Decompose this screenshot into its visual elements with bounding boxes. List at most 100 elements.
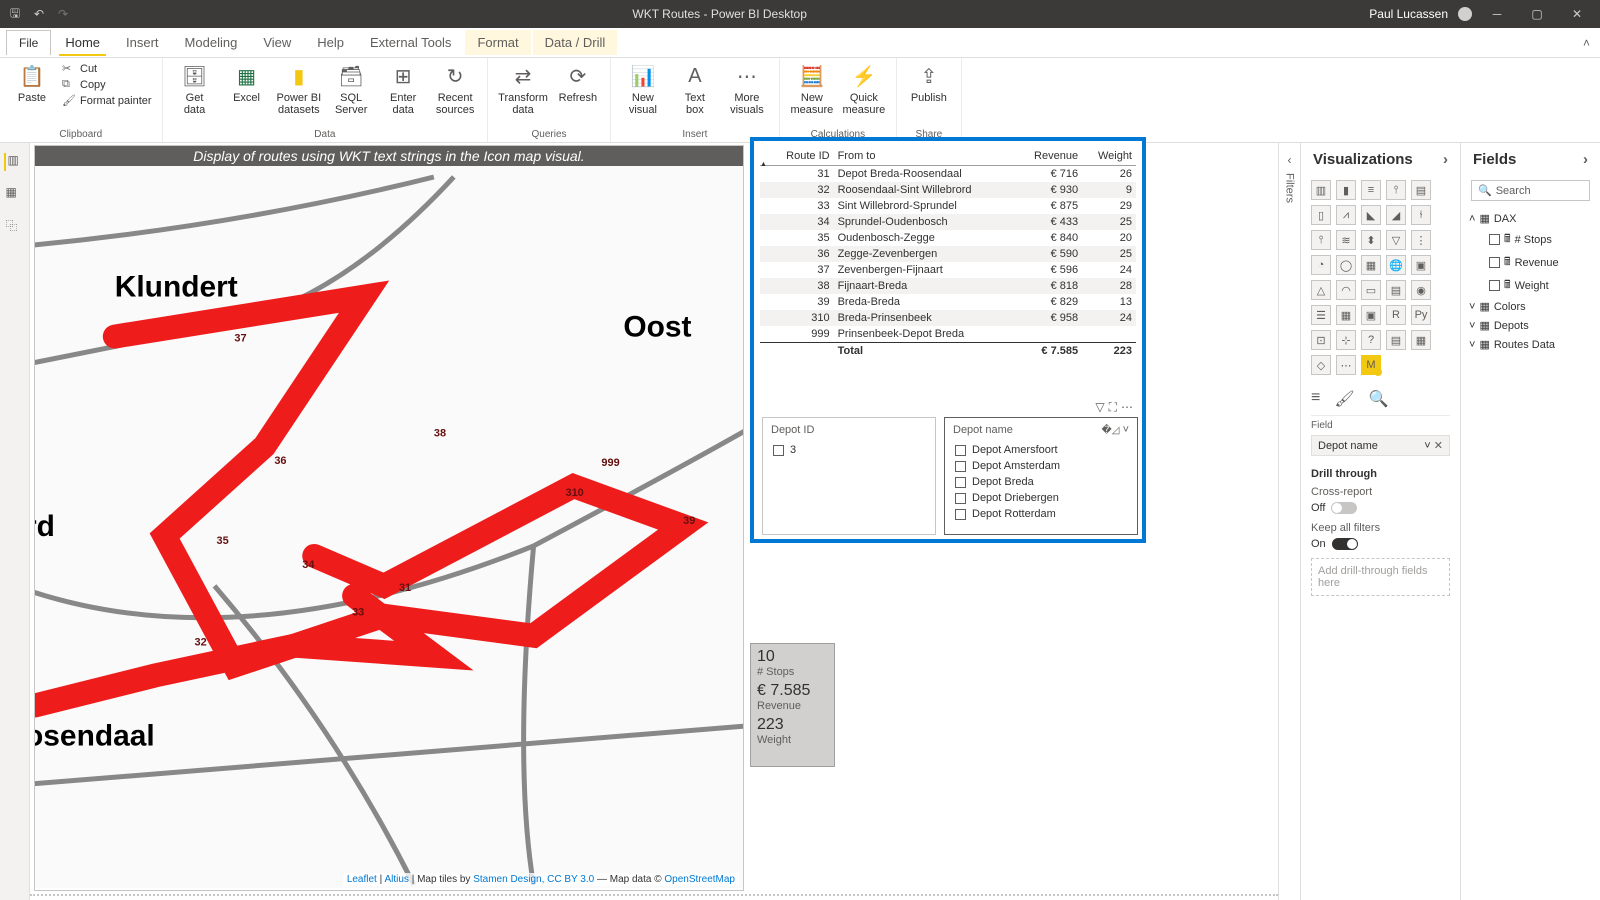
map-visual[interactable]: Display of routes using WKT text strings…: [34, 145, 744, 891]
altius-link[interactable]: Altius: [384, 874, 408, 885]
excel-button[interactable]: ▦Excel: [225, 62, 269, 104]
table-row[interactable]: 37Zevenbergen-Fijnaart€ 59624: [760, 262, 1136, 278]
viz-slicer-icon[interactable]: ☰: [1311, 305, 1331, 325]
viz-decomposition-icon[interactable]: ⊹: [1336, 330, 1356, 350]
table-row[interactable]: 32Roosendaal-Sint Willebrord€ 9309: [760, 182, 1136, 198]
slicer2-item[interactable]: Depot Amsterdam: [945, 458, 1137, 474]
tab-modeling[interactable]: Modeling: [173, 30, 250, 55]
slicer2-item[interactable]: Depot Amersfoort: [945, 442, 1137, 458]
table-row[interactable]: 39Breda-Breda€ 82913: [760, 294, 1136, 310]
filter-icon[interactable]: ▽: [1095, 400, 1104, 415]
keep-filters-toggle[interactable]: On: [1311, 536, 1450, 552]
fields-table[interactable]: ˄▦DAX: [1469, 209, 1592, 228]
viz-get-more-icon[interactable]: ⋯: [1336, 355, 1356, 375]
viz-area-icon[interactable]: ◣: [1361, 205, 1381, 225]
viz-icon-map-custom[interactable]: M: [1361, 355, 1381, 375]
table-row[interactable]: 38Fijnaart-Breda€ 81828: [760, 278, 1136, 294]
viz-matrix-icon[interactable]: ▣: [1361, 305, 1381, 325]
viz-ribbon-icon[interactable]: ≋: [1336, 230, 1356, 250]
fields-table[interactable]: ˅▦Routes Data: [1469, 335, 1592, 354]
minimize-icon[interactable]: ─: [1482, 7, 1512, 21]
get-data-button[interactable]: 🗄Get data: [173, 62, 217, 116]
close-icon[interactable]: ✕: [1562, 7, 1592, 21]
chevron-down-icon[interactable]: ˅: [1424, 440, 1430, 452]
report-canvas[interactable]: Display of routes using WKT text strings…: [30, 143, 1278, 900]
filters-pane-collapsed[interactable]: ‹ Filters: [1278, 143, 1300, 900]
more-options-icon[interactable]: ⋯: [1121, 400, 1133, 415]
table-row[interactable]: 31Depot Breda-Roosendaal€ 71626: [760, 166, 1136, 183]
table-row[interactable]: 36Zegge-Zevenbergen€ 59025: [760, 246, 1136, 262]
viz-kpi-icon[interactable]: ◉: [1411, 280, 1431, 300]
page-tabs-area[interactable]: [30, 894, 1278, 900]
paste-button[interactable]: 📋Paste: [10, 62, 54, 104]
cross-report-toggle[interactable]: Off: [1311, 500, 1450, 516]
fields-well-tab-icon[interactable]: ≡: [1311, 389, 1320, 409]
user-avatar[interactable]: [1458, 7, 1472, 21]
expand-left-icon[interactable]: ‹: [1288, 153, 1292, 167]
more-visuals-button[interactable]: ⋯More visuals: [725, 62, 769, 116]
enter-data-button[interactable]: ⊞Enter data: [381, 62, 425, 116]
slicer-depot-name[interactable]: ▽ ⛶ ⋯ Depot name �◿ ˅ Depot AmersfoortDe…: [944, 417, 1138, 535]
refresh-button[interactable]: ⟳Refresh: [556, 62, 600, 104]
fields-table[interactable]: ˅▦Colors: [1469, 297, 1592, 316]
viz-filled-map-icon[interactable]: ▣: [1411, 255, 1431, 275]
fields-table[interactable]: ˅▦Depots: [1469, 316, 1592, 335]
tab-view[interactable]: View: [251, 30, 303, 55]
fields-field[interactable]: 🖩Revenue: [1469, 251, 1592, 274]
table-row[interactable]: 35Oudenbosch-Zegge€ 84020: [760, 230, 1136, 246]
slicer1-item[interactable]: 3: [763, 442, 935, 458]
tab-home[interactable]: Home: [53, 30, 112, 55]
eraser-icon[interactable]: �◿: [1102, 425, 1120, 436]
viz-map-icon[interactable]: 🌐: [1386, 255, 1406, 275]
new-measure-button[interactable]: 🧮New measure: [790, 62, 834, 116]
col-weight[interactable]: Weight: [1082, 147, 1136, 166]
remove-field-icon[interactable]: ✕: [1434, 440, 1443, 452]
quick-measure-button[interactable]: ⚡Quick measure: [842, 62, 886, 116]
viz-shape-map-icon[interactable]: △: [1311, 280, 1331, 300]
viz-scatter-icon[interactable]: ⋮: [1411, 230, 1431, 250]
viz-arcgis-icon[interactable]: ▦: [1411, 330, 1431, 350]
col-route-id[interactable]: Route ID: [760, 147, 834, 166]
table-row[interactable]: 33Sint Willebrord-Sprundel€ 87529: [760, 198, 1136, 214]
viz-clustered-column-icon[interactable]: ⫯: [1386, 180, 1406, 200]
analytics-well-tab-icon[interactable]: 🔍: [1369, 389, 1389, 409]
user-name[interactable]: Paul Lucassen: [1369, 7, 1448, 21]
col-from-to[interactable]: From to: [834, 147, 1016, 166]
fields-field[interactable]: 🖩Weight: [1469, 274, 1592, 297]
tab-data-drill[interactable]: Data / Drill: [533, 30, 618, 55]
cut-button[interactable]: ✂Cut: [62, 62, 152, 76]
viz-stacked-bar-icon[interactable]: ▥: [1311, 180, 1331, 200]
collapse-icon[interactable]: ›: [1443, 151, 1448, 168]
viz-r-icon[interactable]: R: [1386, 305, 1406, 325]
tab-help[interactable]: Help: [305, 30, 356, 55]
viz-powerapps-icon[interactable]: ◇: [1311, 355, 1331, 375]
viz-funnel-icon[interactable]: ▽: [1386, 230, 1406, 250]
viz-stacked-area-icon[interactable]: ◢: [1386, 205, 1406, 225]
fields-field[interactable]: 🖩# Stops: [1469, 228, 1592, 251]
tab-external-tools[interactable]: External Tools: [358, 30, 463, 55]
transform-data-button[interactable]: ⇄Transform data: [498, 62, 548, 116]
slicer-depot-id[interactable]: Depot ID 3: [762, 417, 936, 535]
chevron-down-icon[interactable]: ˅: [1123, 424, 1129, 436]
model-view-icon[interactable]: ⿻: [6, 217, 24, 235]
viz-stacked-column-icon[interactable]: ▮: [1336, 180, 1356, 200]
viz-clustered-bar-icon[interactable]: ≡: [1361, 180, 1381, 200]
slicer2-item[interactable]: Depot Driebergen: [945, 490, 1137, 506]
tab-file[interactable]: File: [6, 30, 51, 55]
format-painter-button[interactable]: 🖌Format painter: [62, 94, 152, 108]
maximize-icon[interactable]: ▢: [1522, 7, 1552, 21]
format-well-tab-icon[interactable]: 🖌: [1334, 389, 1354, 409]
fields-search[interactable]: 🔍Search: [1471, 180, 1590, 201]
report-view-icon[interactable]: ▥: [4, 153, 22, 171]
redo-icon[interactable]: ↷: [56, 7, 70, 21]
viz-table-icon[interactable]: ▦: [1336, 305, 1356, 325]
viz-multi-card-icon[interactable]: ▤: [1386, 280, 1406, 300]
recent-sources-button[interactable]: ↻Recent sources: [433, 62, 477, 116]
table-row[interactable]: 310Breda-Prinsenbeek€ 95824: [760, 310, 1136, 326]
viz-donut-icon[interactable]: ◯: [1336, 255, 1356, 275]
osm-link[interactable]: OpenStreetMap: [664, 874, 735, 885]
viz-line-icon[interactable]: ⩘: [1336, 205, 1356, 225]
field-chip-depot-name[interactable]: Depot name ˅ ✕: [1311, 435, 1450, 456]
collapse-icon[interactable]: ›: [1583, 151, 1588, 168]
viz-treemap-icon[interactable]: ▦: [1361, 255, 1381, 275]
